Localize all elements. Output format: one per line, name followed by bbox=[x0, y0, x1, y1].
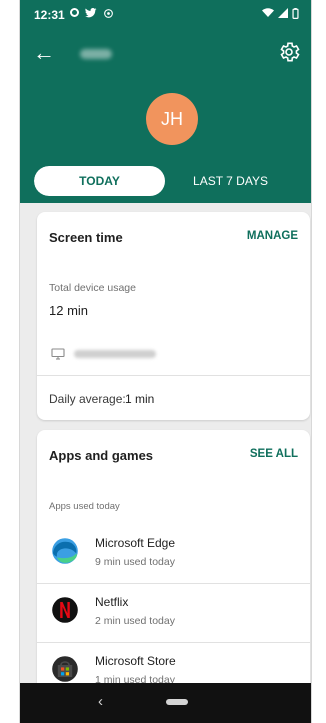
card-divider bbox=[37, 375, 310, 376]
computer-icon bbox=[51, 348, 65, 360]
list-item[interactable]: Netflix 2 min used today bbox=[37, 584, 310, 643]
list-item[interactable]: Microsoft Edge 9 min used today bbox=[37, 525, 310, 584]
app-name: Netflix bbox=[95, 595, 129, 609]
manage-button[interactable]: MANAGE bbox=[247, 230, 298, 242]
back-arrow-icon[interactable]: ← bbox=[32, 42, 56, 64]
tab-last-7-days[interactable]: LAST 7 DAYS bbox=[165, 166, 296, 196]
edge-icon bbox=[52, 538, 78, 564]
signal-icon bbox=[278, 8, 288, 18]
header: 12:31 ← JH TODAY LAST 7 DAYS bbox=[20, 0, 311, 203]
gear-icon[interactable] bbox=[277, 40, 301, 64]
nav-back-icon[interactable]: ‹ bbox=[98, 693, 103, 710]
screen-time-title: Screen time bbox=[49, 230, 123, 245]
total-device-usage-label: Total device usage bbox=[49, 282, 136, 294]
battery-icon bbox=[292, 8, 299, 19]
blurred-device-name bbox=[74, 350, 156, 358]
status-notification-icons bbox=[70, 8, 114, 19]
app-usage: 2 min used today bbox=[95, 615, 175, 627]
status-system-icons bbox=[262, 8, 299, 19]
tab-today[interactable]: TODAY bbox=[34, 166, 165, 196]
notification-icon bbox=[70, 8, 79, 17]
daily-average-label: Daily average: bbox=[49, 392, 126, 406]
period-tabs: TODAY LAST 7 DAYS bbox=[34, 166, 296, 196]
apps-subtitle: Apps used today bbox=[49, 501, 120, 512]
apps-card: Apps and games SEE ALL Apps used today M… bbox=[37, 430, 310, 723]
home-pill-icon[interactable] bbox=[166, 699, 188, 705]
store-icon bbox=[52, 656, 78, 682]
settings-small-icon bbox=[104, 9, 113, 18]
daily-average-value: 1 min bbox=[125, 392, 155, 406]
screen-time-card: Screen time MANAGE Total device usage 12… bbox=[37, 212, 310, 420]
see-all-button[interactable]: SEE ALL bbox=[250, 448, 298, 460]
status-bar: 12:31 bbox=[20, 0, 311, 32]
app-name: Microsoft Store bbox=[95, 654, 176, 668]
app-usage: 9 min used today bbox=[95, 556, 175, 568]
app-name: Microsoft Edge bbox=[95, 536, 176, 550]
apps-title: Apps and games bbox=[49, 448, 154, 463]
total-device-usage-value: 12 min bbox=[49, 303, 89, 318]
blurred-profile-name bbox=[80, 49, 112, 59]
status-time: 12:31 bbox=[34, 8, 65, 22]
avatar: JH bbox=[146, 93, 198, 145]
phone-screen: 12:31 ← JH TODAY LAST 7 DAYS Screen time… bbox=[19, 0, 312, 723]
wifi-icon bbox=[262, 8, 274, 17]
android-navigation-bar: ‹ bbox=[20, 683, 311, 723]
netflix-icon bbox=[52, 597, 78, 623]
twitter-icon bbox=[85, 8, 97, 18]
top-toolbar: ← bbox=[20, 36, 311, 72]
